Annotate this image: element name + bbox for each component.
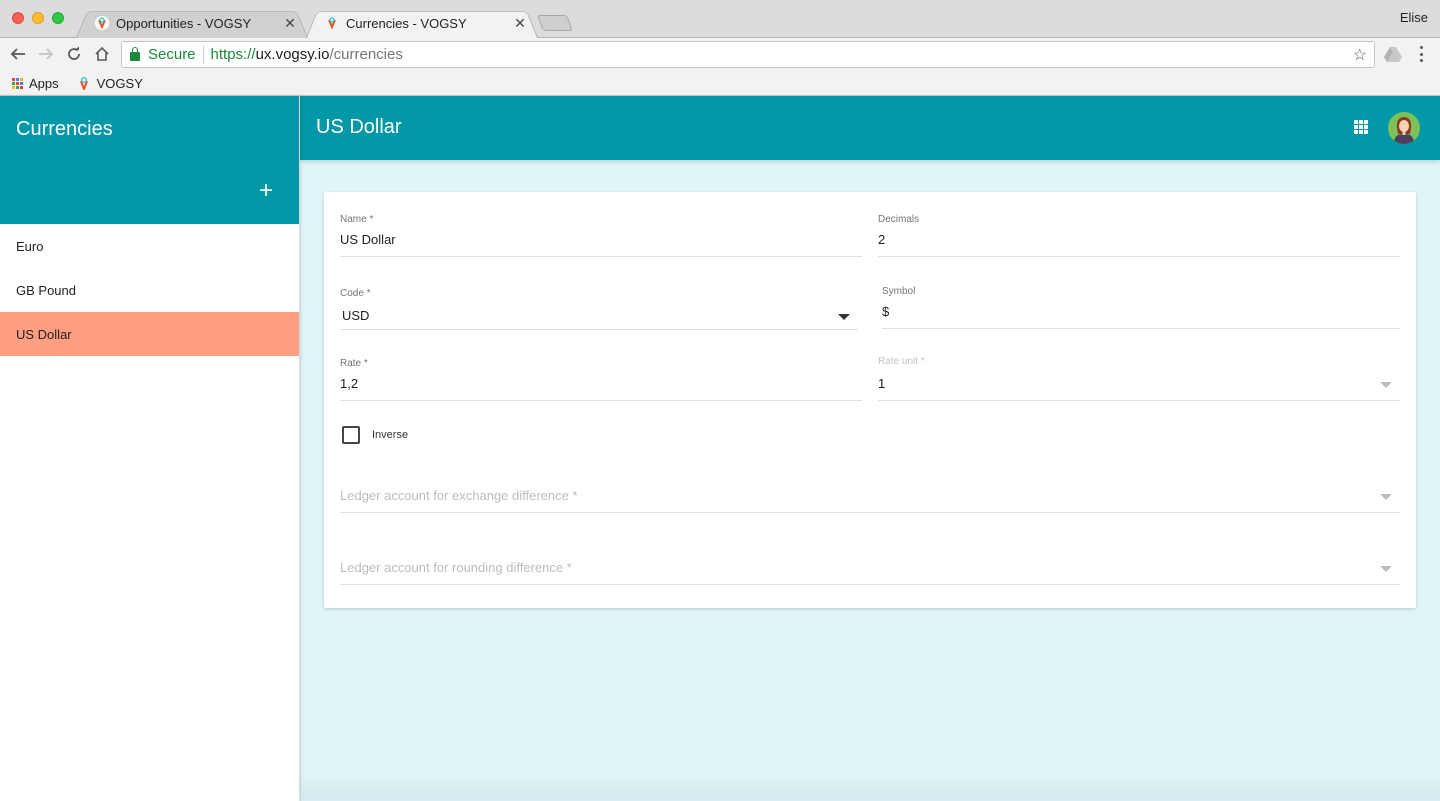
profile-name[interactable]: Elise	[1400, 10, 1428, 25]
inverse-checkbox[interactable]	[342, 426, 360, 444]
back-arrow-icon	[10, 48, 25, 60]
secure-label: Secure	[148, 46, 196, 63]
rate-unit-value: 1	[878, 376, 886, 391]
sidebar-item-gb-pound[interactable]: GB Pound	[0, 268, 299, 312]
main-content: US Dollar Name * US Dollar Decimals 2 Co…	[300, 96, 1440, 801]
ledger-rounding-placeholder: Ledger account for rounding difference *	[340, 560, 572, 575]
ledger-rounding-select[interactable]: Ledger account for rounding difference *	[340, 550, 1400, 585]
bookmark-label: Apps	[29, 75, 59, 91]
bookmark-label: VOGSY	[96, 75, 143, 91]
sidebar-item-euro[interactable]: Euro	[0, 224, 299, 268]
rate-label: Rate *	[340, 358, 368, 369]
tab-title: Currencies - VOGSY	[346, 15, 467, 31]
ledger-exchange-placeholder: Ledger account for exchange difference *	[340, 488, 578, 503]
reload-button[interactable]	[63, 43, 85, 65]
ledger-exchange-select[interactable]: Ledger account for exchange difference *	[340, 478, 1400, 513]
reload-icon	[68, 46, 80, 60]
url-host: ux.vogsy.io	[255, 46, 330, 63]
close-window-button[interactable]	[12, 12, 24, 24]
browser-tab-opportunities[interactable]: Opportunities - VOGSY ✕	[76, 8, 308, 38]
apps-launcher-icon[interactable]	[1354, 120, 1368, 134]
vogsy-logo-icon	[79, 76, 88, 90]
symbol-label: Symbol	[882, 286, 916, 297]
url-scheme: https://	[210, 46, 256, 63]
name-value: US Dollar	[340, 232, 396, 247]
apps-grid-icon	[12, 77, 23, 89]
app-header: US Dollar	[300, 96, 1440, 160]
new-tab-button[interactable]	[537, 15, 573, 31]
chevron-down-icon	[1380, 566, 1392, 572]
rate-unit-select[interactable]: Rate unit * 1	[878, 354, 1400, 401]
page-title: US Dollar	[316, 116, 402, 138]
decimals-label: Decimals	[878, 214, 920, 225]
forward-arrow-icon	[39, 48, 54, 60]
rate-field[interactable]: Rate * 1,2	[340, 356, 862, 401]
tab-title: Opportunities - VOGSY	[116, 15, 252, 31]
vogsy-favicon-icon	[324, 15, 340, 31]
chevron-down-icon	[1380, 494, 1392, 500]
browser-toolbar: Secure https:// ux.vogsy.io /currencies …	[0, 38, 1440, 71]
vogsy-favicon-icon	[94, 15, 110, 31]
name-label: Name *	[340, 214, 374, 225]
bookmark-star-icon[interactable]: ☆	[1353, 45, 1367, 65]
minimize-window-button[interactable]	[32, 12, 44, 24]
avatar-image-icon	[1388, 112, 1420, 144]
symbol-value: $	[882, 304, 890, 319]
rate-value: 1,2	[340, 376, 359, 391]
list-item-label: Euro	[16, 238, 44, 254]
sidebar-title: Currencies	[16, 118, 113, 140]
inverse-label: Inverse	[372, 429, 409, 441]
sidebar: Currencies + Euro GB Pound US Dollar	[0, 96, 300, 801]
sidebar-item-us-dollar[interactable]: US Dollar	[0, 312, 299, 356]
url-path: /currencies	[329, 46, 403, 63]
bookmarks-bar: Apps VOGSY	[0, 71, 1440, 96]
home-icon	[95, 46, 109, 61]
chevron-down-icon	[838, 314, 850, 320]
list-item-label: US Dollar	[16, 326, 72, 342]
list-item-label: GB Pound	[16, 282, 76, 298]
decimals-value: 2	[878, 232, 886, 247]
symbol-field[interactable]: Symbol $	[882, 284, 1400, 329]
decimals-field[interactable]: Decimals 2	[878, 212, 1400, 257]
chevron-down-icon	[1380, 382, 1392, 388]
browser-titlebar: Opportunities - VOGSY ✕ Currencies - VOG…	[0, 0, 1440, 38]
app: Currencies + Euro GB Pound US Dollar US …	[0, 96, 1440, 801]
maximize-window-button[interactable]	[52, 12, 64, 24]
address-bar[interactable]: Secure https:// ux.vogsy.io /currencies …	[121, 41, 1375, 68]
code-value: USD	[342, 308, 370, 323]
name-field[interactable]: Name * US Dollar	[340, 212, 862, 257]
home-button[interactable]	[91, 43, 113, 65]
currency-form-card: Name * US Dollar Decimals 2 Code * USD S…	[324, 192, 1416, 608]
rate-unit-label: Rate unit *	[878, 356, 925, 367]
sidebar-header: Currencies +	[0, 96, 299, 224]
google-drive-extension-icon[interactable]	[1384, 46, 1402, 62]
user-avatar[interactable]	[1388, 112, 1420, 144]
browser-menu-button[interactable]	[1414, 44, 1428, 64]
add-currency-button[interactable]: +	[254, 179, 278, 204]
close-tab-icon[interactable]: ✕	[512, 15, 528, 32]
code-label: Code *	[340, 288, 371, 299]
close-tab-icon[interactable]: ✕	[282, 15, 298, 32]
back-button[interactable]	[7, 43, 29, 65]
code-select[interactable]: Code * USD	[340, 286, 858, 330]
bottom-shadow	[300, 776, 1440, 801]
bookmark-vogsy[interactable]: VOGSY	[77, 76, 143, 91]
forward-button[interactable]	[35, 43, 57, 65]
lock-icon	[130, 47, 140, 61]
inverse-checkbox-row[interactable]: Inverse	[342, 426, 408, 444]
bookmark-apps[interactable]: Apps	[12, 76, 59, 91]
browser-tab-currencies[interactable]: Currencies - VOGSY ✕	[306, 8, 538, 38]
